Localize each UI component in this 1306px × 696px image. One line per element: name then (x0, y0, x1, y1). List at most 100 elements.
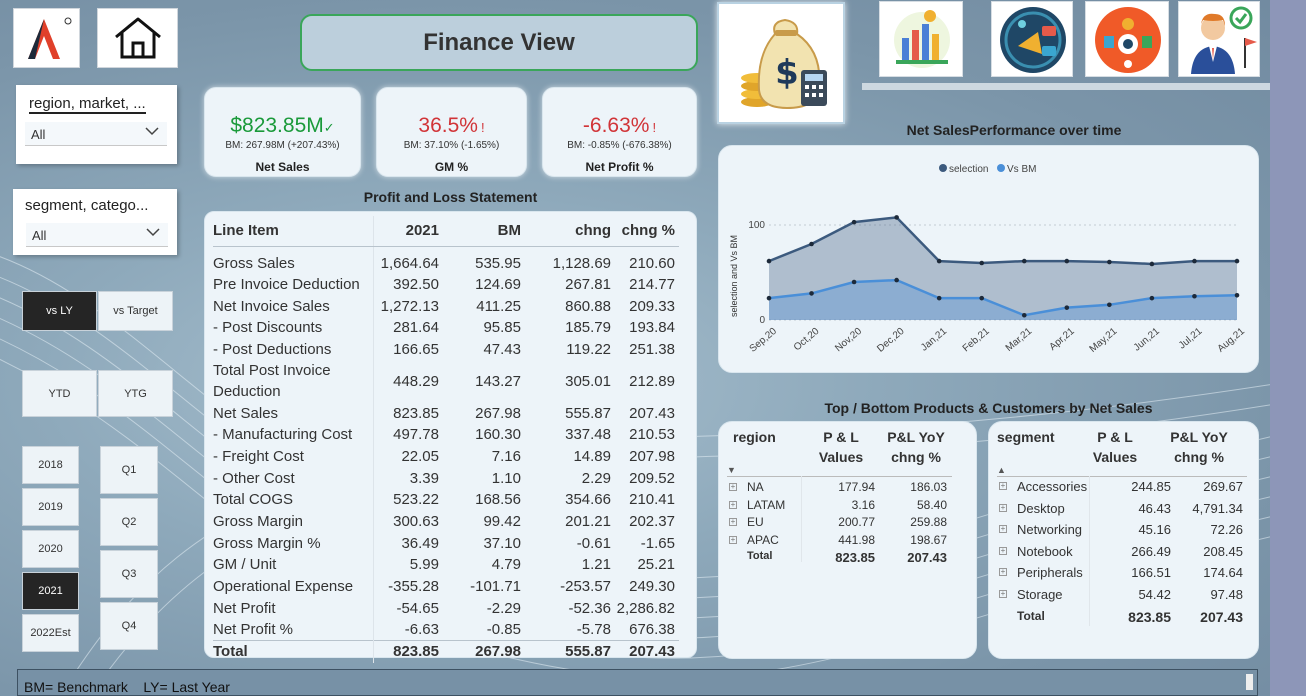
pl-col-chng[interactable]: chng (525, 216, 615, 247)
quarter-button-q4[interactable]: Q4 (100, 602, 158, 650)
pl-row[interactable]: Pre Invoice Deduction 392.50 124.69 267.81 2… (213, 273, 679, 296)
pl-row[interactable]: Gross Margin % 36.49 37.10 -0.61 -1.65 (213, 532, 679, 555)
expand-icon[interactable]: + (999, 590, 1007, 598)
net-sales-area-chart[interactable]: selection Vs BM Sep,20 Oct,20 Nov,20 Dec,20 J… (719, 146, 1260, 374)
data-point[interactable] (766, 258, 772, 264)
expand-icon[interactable]: + (999, 546, 1007, 555)
segment-col-header[interactable]: segment (997, 427, 1055, 447)
quarter-button-q2[interactable]: Q2 (100, 498, 158, 546)
pl-row[interactable]: Net Sales 823.85 267.98 555.87 207.43 (213, 402, 679, 424)
pl-col-2021[interactable]: 2021 (373, 216, 443, 247)
sales-chart-tile[interactable] (879, 1, 963, 77)
segment-dropdown[interactable]: All (26, 223, 168, 247)
manager-tile[interactable] (1178, 1, 1260, 77)
sort-descending-icon[interactable]: ▼ (727, 465, 736, 475)
pl-col-chng-pct[interactable]: chng % (615, 216, 679, 247)
legend-item[interactable]: Vs BM (997, 164, 1036, 175)
expand-icon[interactable]: + (729, 535, 737, 544)
region-row[interactable]: + NA 177.94 186.03 (719, 480, 959, 498)
pl-col-bm[interactable]: BM (443, 216, 525, 247)
sort-ascending-icon[interactable]: ▲ (997, 465, 1006, 475)
pl-row[interactable]: - Freight Cost 22.05 7.16 14.89 207.98 (213, 445, 679, 468)
ytg-button[interactable]: YTG (98, 370, 173, 417)
pl-col-line-item[interactable]: Line Item (213, 216, 374, 247)
region-col-yoy[interactable]: P&L YoY chng % (881, 427, 951, 467)
expand-icon[interactable]: + (729, 518, 737, 526)
segment-row[interactable]: + Storage 54.42 97.48 (989, 587, 1251, 609)
data-point[interactable] (1107, 302, 1112, 308)
pl-row[interactable]: Net Invoice Sales 1,272.13 411.25 860.88 209… (213, 295, 679, 317)
segment-slicer[interactable]: segment, catego... All (13, 189, 177, 255)
data-point[interactable] (979, 260, 985, 266)
year-button-2021[interactable]: 2021 (22, 572, 79, 610)
region-dropdown[interactable]: All (25, 122, 167, 146)
pl-row[interactable]: - Post Discounts 281.64 95.85 185.79 193.84 (213, 316, 679, 339)
year-button-2020[interactable]: 2020 (22, 530, 79, 568)
pl-row[interactable]: Gross Margin 300.63 99.42 201.21 202.37 (213, 510, 679, 533)
quarter-button-q1[interactable]: Q1 (100, 446, 158, 494)
data-point[interactable] (766, 295, 772, 301)
region-row[interactable]: + LATAM 3.16 58.40 (719, 498, 959, 516)
marketing-tile[interactable] (991, 1, 1073, 77)
pl-row[interactable]: Total COGS 523.22 168.56 354.66 210.41 (213, 489, 679, 511)
expand-icon[interactable]: + (999, 568, 1007, 577)
quarter-button-q3[interactable]: Q3 (100, 550, 158, 598)
data-point[interactable] (1064, 305, 1070, 310)
data-point[interactable] (809, 291, 814, 296)
segment-row[interactable]: + Peripherals 166.51 174.64 (989, 565, 1251, 587)
data-point[interactable] (1021, 258, 1027, 264)
pl-row[interactable]: Net Profit % -6.63 -0.85 -5.78 676.38 (213, 619, 679, 641)
pl-row[interactable]: - Post Deductions 166.65 47.43 119.22 251.38 (213, 338, 679, 361)
segment-row[interactable]: + Accessories 244.85 269.67 (989, 479, 1251, 501)
expand-icon[interactable]: + (999, 525, 1007, 534)
pl-row[interactable]: - Manufacturing Cost 497.78 160.30 337.48 21… (213, 423, 679, 446)
data-point[interactable] (1234, 293, 1240, 298)
data-point[interactable] (979, 295, 985, 301)
expand-icon[interactable]: + (729, 500, 737, 509)
data-point[interactable] (894, 277, 899, 283)
pl-row[interactable]: Gross Sales 1,664.64 535.95 1,128.69 210.60 (213, 246, 679, 274)
segment-col-yoy[interactable]: P&L YoY chng % (1159, 427, 1239, 467)
data-point[interactable] (1107, 259, 1112, 265)
pl-row[interactable]: - Other Cost 3.39 1.10 2.29 209.52 (213, 467, 679, 489)
region-slicer[interactable]: region, market, ... All (16, 85, 177, 164)
region-row[interactable]: + APAC 441.98 198.67 (719, 533, 959, 551)
footer-scrollbar[interactable] (1246, 674, 1253, 690)
data-point[interactable] (851, 279, 857, 285)
data-point[interactable] (1192, 258, 1197, 264)
region-col-values[interactable]: P & L Values (811, 427, 871, 467)
data-point[interactable] (851, 219, 857, 225)
ytd-button[interactable]: YTD (22, 370, 97, 417)
year-button-2022est[interactable]: 2022Est (22, 614, 79, 652)
legend-item[interactable]: selection (939, 164, 988, 175)
data-point[interactable] (1149, 295, 1155, 301)
data-point[interactable] (936, 295, 942, 301)
expand-icon[interactable]: + (999, 503, 1007, 512)
pl-row[interactable]: GM / Unit 5.99 4.79 1.21 25.21 (213, 554, 679, 576)
data-point[interactable] (1234, 258, 1240, 264)
data-point[interactable] (894, 215, 899, 220)
pl-row[interactable]: Total Post Invoice Deduction 448.29 143.27… (213, 360, 679, 403)
data-point[interactable] (809, 241, 814, 247)
expand-icon[interactable]: + (729, 483, 737, 491)
pl-row[interactable]: Net Profit -54.65 -2.29 -52.36 2,286.82 (213, 597, 679, 620)
vs-target-button[interactable]: vs Target (98, 291, 173, 331)
year-button-2019[interactable]: 2019 (22, 488, 79, 526)
data-point[interactable] (1149, 261, 1155, 267)
data-point[interactable] (1064, 258, 1070, 264)
pl-row[interactable]: Operational Expense -355.28 -101.71 -253.57… (213, 575, 679, 598)
segment-col-values[interactable]: P & L Values (1085, 427, 1145, 467)
region-col-header[interactable]: region (733, 427, 776, 447)
segment-row[interactable]: + Notebook 266.49 208.45 (989, 544, 1251, 566)
segment-row[interactable]: + Networking 45.16 72.26 (989, 522, 1251, 544)
segment-row[interactable]: + Desktop 46.43 4,791.34 (989, 501, 1251, 523)
region-row[interactable]: + EU 200.77 259.88 (719, 515, 959, 533)
home-button[interactable] (97, 8, 178, 68)
data-point[interactable] (1192, 293, 1197, 299)
year-button-2018[interactable]: 2018 (22, 446, 79, 484)
data-point[interactable] (1021, 312, 1027, 318)
data-point[interactable] (936, 258, 942, 264)
vs-ly-button[interactable]: vs LY (22, 291, 97, 331)
operations-tile[interactable] (1085, 1, 1169, 77)
expand-icon[interactable]: + (999, 482, 1007, 490)
